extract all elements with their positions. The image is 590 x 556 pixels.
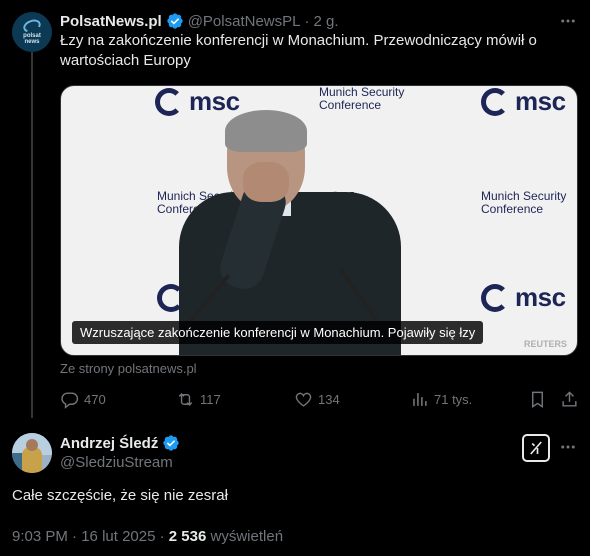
meta-separator: · (159, 528, 165, 545)
tweet-text: Łzy na zakończenie konferencji w Monachi… (60, 31, 580, 71)
bookmark-button[interactable] (528, 390, 552, 409)
video-caption: Wzruszające zakończenie konferencji w Mo… (72, 321, 484, 344)
more-icon[interactable] (558, 437, 578, 457)
like-button[interactable]: 134 (294, 390, 340, 409)
like-count: 134 (318, 392, 340, 407)
share-icon (562, 391, 577, 407)
views-icon (413, 393, 427, 406)
tweet-text-line1: Łzy na zakończenie konferencji w Monachi… (60, 32, 537, 49)
author-name[interactable]: PolsatNews.pl (60, 13, 162, 30)
like-icon (295, 392, 312, 407)
reply-views-count: 2 536 (168, 528, 207, 545)
msc-logo: msc (155, 86, 240, 117)
reply-icon (61, 392, 79, 409)
views-button[interactable]: 71 tys. (410, 390, 472, 409)
msc-logo: msc (481, 282, 566, 313)
reply-text: Całe szczęście, że się nie zesrał (12, 487, 228, 504)
conference-label: Munich Security Conference (319, 85, 405, 112)
repost-count: 117 (200, 392, 221, 407)
tweet-header: PolsatNews.pl @PolsatNewsPL · 2 g. (60, 11, 339, 31)
verified-badge-icon (167, 13, 183, 29)
reply-meta: 9:03 PM · 16 lut 2025 · 2 536 wyświetleń (12, 528, 283, 545)
action-bar: 470 117 134 71 tys. (60, 390, 580, 410)
reply-views-label: wyświetleń (210, 528, 284, 545)
share-button[interactable] (560, 390, 584, 409)
msc-logo: msc (481, 86, 566, 117)
media-watermark: REUTERS (523, 339, 567, 349)
reply-button[interactable]: 470 (60, 390, 106, 409)
speaker-figure (179, 110, 401, 355)
meta-separator: · (72, 528, 78, 545)
reply-count: 470 (84, 392, 106, 407)
tweet-time[interactable]: 2 g. (313, 13, 338, 30)
avatar-text-bottom: news (24, 38, 40, 45)
header-separator: · (304, 12, 310, 30)
reply-time[interactable]: 9:03 PM (12, 528, 68, 545)
avatar[interactable]: polsat news (12, 12, 52, 52)
reply-header: Andrzej Śledź @SledziuStream (60, 433, 184, 471)
avatar[interactable] (12, 433, 52, 473)
verified-badge-icon (163, 435, 180, 451)
conference-label: Munich Security Conference (481, 189, 567, 216)
link-source[interactable]: Ze strony polsatnews.pl (60, 361, 197, 376)
reply-date[interactable]: 16 lut 2025 (81, 528, 155, 545)
reply-author-handle[interactable]: @SledziuStream (60, 454, 184, 471)
tweet-media[interactable]: msc Munich Security Conference msc Munich… (60, 85, 578, 356)
tweet: polsat news PolsatNews.pl @PolsatNewsPL … (0, 0, 590, 418)
thread-line (31, 52, 33, 418)
more-icon[interactable] (558, 11, 578, 31)
repost-icon (178, 392, 193, 407)
tweet-text-line2: wartościach Europy (60, 52, 191, 69)
views-count: 71 tys. (434, 392, 473, 407)
grok-icon[interactable] (522, 434, 550, 462)
repost-button[interactable]: 117 (176, 390, 221, 409)
author-handle[interactable]: @PolsatNewsPL (188, 13, 301, 30)
reply-author-name[interactable]: Andrzej Śledź (60, 435, 158, 452)
bookmark-icon (532, 391, 543, 408)
